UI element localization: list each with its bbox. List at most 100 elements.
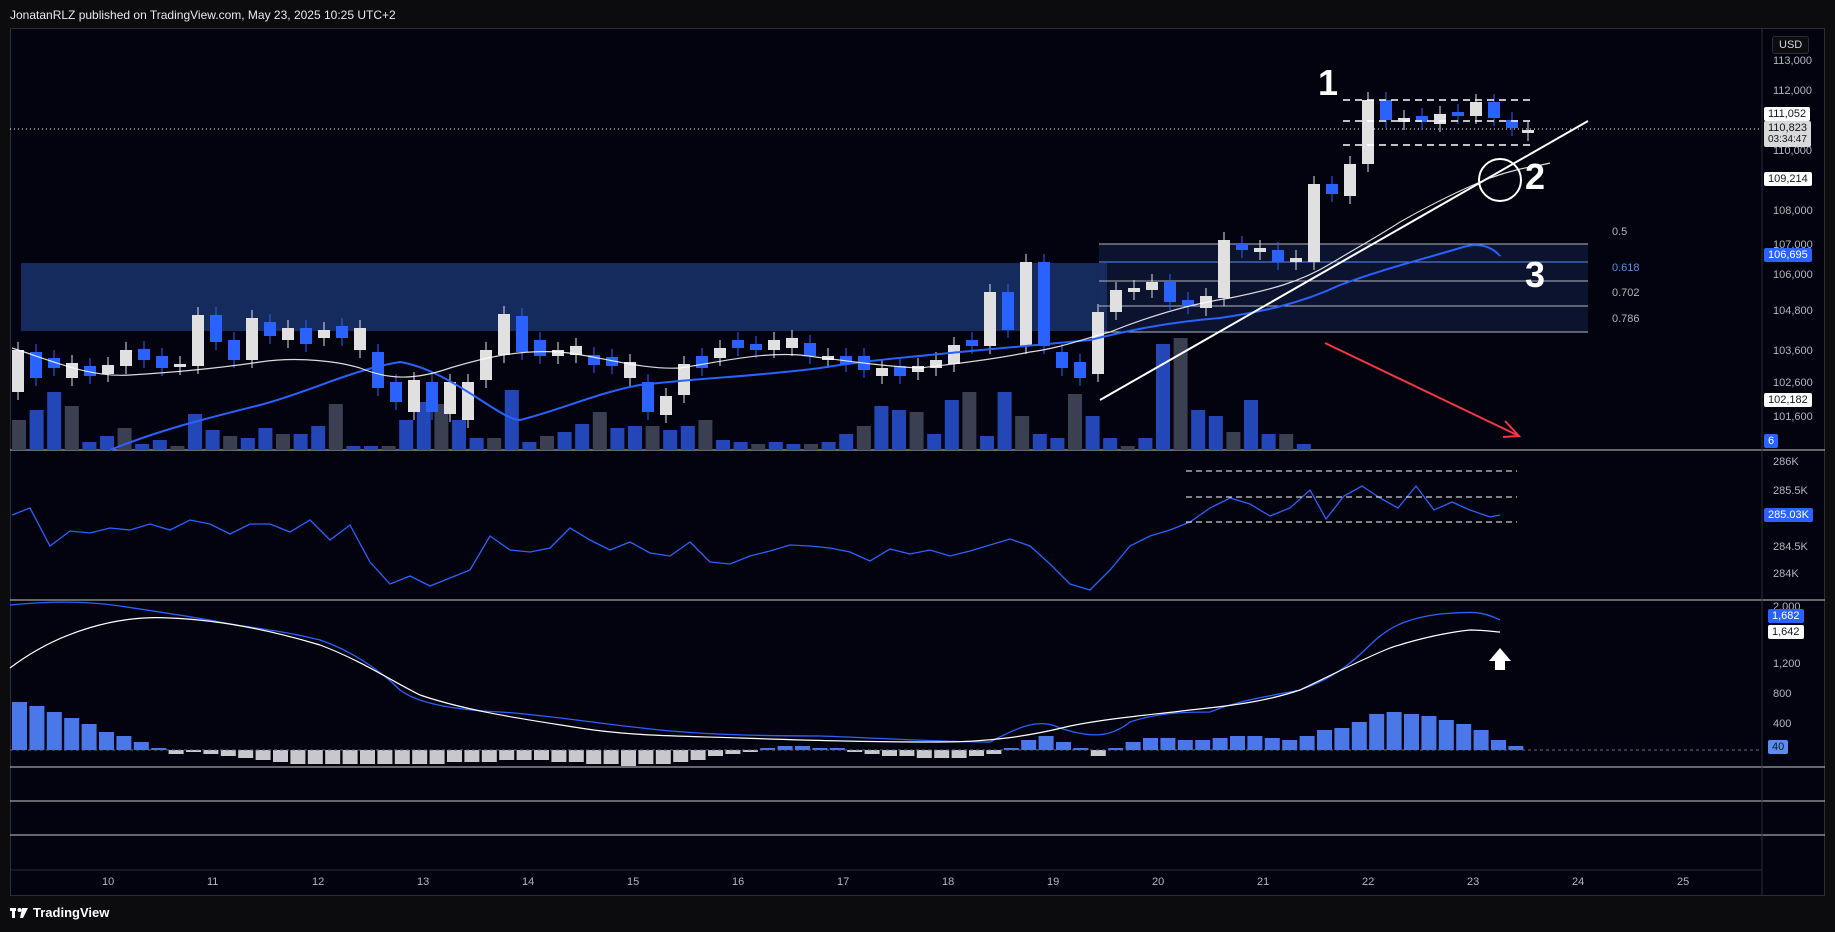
time-label: 11 xyxy=(207,876,218,888)
histogram-bar xyxy=(1264,738,1280,750)
histogram-bar xyxy=(986,750,1002,754)
candle-body xyxy=(1452,112,1464,116)
volume-bar xyxy=(663,430,678,450)
volume-bar xyxy=(944,400,959,450)
histogram-bar xyxy=(586,750,602,764)
candle-body xyxy=(552,350,564,356)
price-label: 106,000 xyxy=(1773,269,1813,281)
histogram-bar xyxy=(377,750,393,764)
histogram-bar xyxy=(168,750,184,754)
volume-bar xyxy=(680,426,695,450)
volume-bar xyxy=(223,436,238,450)
brand-name: TradingView xyxy=(33,905,110,920)
tradingview-logo-icon xyxy=(10,907,28,918)
candle-body xyxy=(912,366,924,372)
resistance-zone xyxy=(21,263,1107,331)
histogram-bar xyxy=(342,750,358,764)
histogram-bar xyxy=(64,718,80,750)
candle-body xyxy=(984,292,996,346)
candle-body xyxy=(300,328,312,344)
candle-body xyxy=(282,328,294,340)
volume-bar xyxy=(821,442,836,450)
candle-body xyxy=(1110,290,1122,312)
candle-body xyxy=(1236,244,1248,250)
histogram-bar xyxy=(777,746,793,750)
candle-body xyxy=(444,382,456,414)
time-label: 17 xyxy=(837,876,849,888)
histogram-bar xyxy=(12,702,27,750)
histogram-bar xyxy=(1421,716,1437,750)
candle-body xyxy=(336,326,348,338)
histogram-bar xyxy=(1160,738,1176,750)
volume-bar xyxy=(1226,432,1241,450)
volume-bar xyxy=(1279,434,1294,450)
candle-body xyxy=(1002,292,1014,330)
volume-bar xyxy=(786,444,801,450)
candle-body xyxy=(1092,312,1104,374)
candle-body xyxy=(1128,288,1140,292)
candle-body xyxy=(228,340,240,360)
volume-bar xyxy=(540,436,554,450)
histogram-bar xyxy=(1404,714,1419,750)
candle-body xyxy=(1074,362,1086,378)
fib-label-0786: 0.786 xyxy=(1612,313,1640,325)
tradingview-brand[interactable]: TradingView xyxy=(10,905,109,920)
macd-histogram xyxy=(12,702,1524,766)
histogram-bar xyxy=(1247,736,1263,750)
time-label: 23 xyxy=(1467,876,1479,888)
volume-bar xyxy=(592,412,607,450)
volume-bar xyxy=(1032,434,1047,450)
ind2-label: 400 xyxy=(1773,718,1791,730)
histogram-bar xyxy=(1386,712,1402,750)
annotation-2: 2 xyxy=(1525,156,1546,197)
volume-bar xyxy=(1103,438,1118,450)
ind1-label: 285.5K xyxy=(1773,485,1809,497)
volume-bar xyxy=(733,442,748,450)
volume-bar xyxy=(82,442,97,450)
price-label: 103,600 xyxy=(1773,345,1813,357)
candle-body xyxy=(1470,102,1482,116)
volume-tag: 6 xyxy=(1764,434,1779,448)
histogram-bar xyxy=(238,750,254,758)
volume-bar xyxy=(962,392,977,450)
volume-bar xyxy=(135,444,150,450)
volume-bar xyxy=(610,428,625,450)
candle-body xyxy=(318,330,330,338)
countdown-value: 03:34:47 xyxy=(1768,134,1807,145)
time-label: 22 xyxy=(1362,876,1374,888)
histogram-bar xyxy=(847,750,863,752)
histogram-bar xyxy=(499,750,515,760)
ind2-label: 1,200 xyxy=(1773,658,1801,670)
ema-price-tag: 106,695 xyxy=(1764,248,1812,262)
histogram-bar xyxy=(969,750,984,756)
candle-body xyxy=(210,315,222,342)
volume-bar xyxy=(1208,416,1223,450)
footer xyxy=(0,896,1835,932)
fib-label-0702: 0.702 xyxy=(1612,287,1640,299)
annotation-1: 1 xyxy=(1318,62,1339,103)
candle-body xyxy=(174,364,186,367)
trendline-price-tag: 109,214 xyxy=(1764,172,1812,186)
chart-canvas[interactable]: 113,000112,000110,000108,000107,000106,0… xyxy=(0,0,1835,932)
histogram-bar xyxy=(116,736,132,750)
volume-bar xyxy=(1296,444,1311,450)
volume-bar xyxy=(1085,416,1100,450)
currency-button[interactable]: USD xyxy=(1772,36,1810,54)
price-label: 101,600 xyxy=(1773,411,1813,423)
histogram-bar xyxy=(708,750,723,756)
volume-bar xyxy=(469,438,484,450)
signal-line xyxy=(9,617,1501,743)
histogram-bar xyxy=(1090,750,1106,756)
volume-bar xyxy=(575,424,590,450)
histogram-bar xyxy=(951,750,967,758)
macd-line xyxy=(9,601,1501,743)
histogram-bar xyxy=(551,750,567,762)
last-price-tag: 111,052 xyxy=(1764,107,1811,121)
time-label: 24 xyxy=(1572,876,1584,888)
volume-bar xyxy=(170,446,185,450)
histogram-bar xyxy=(673,750,689,762)
candle-body xyxy=(1290,258,1302,262)
volume-bar xyxy=(1120,446,1135,450)
candle-body xyxy=(1308,184,1320,262)
candle-body xyxy=(534,340,546,356)
